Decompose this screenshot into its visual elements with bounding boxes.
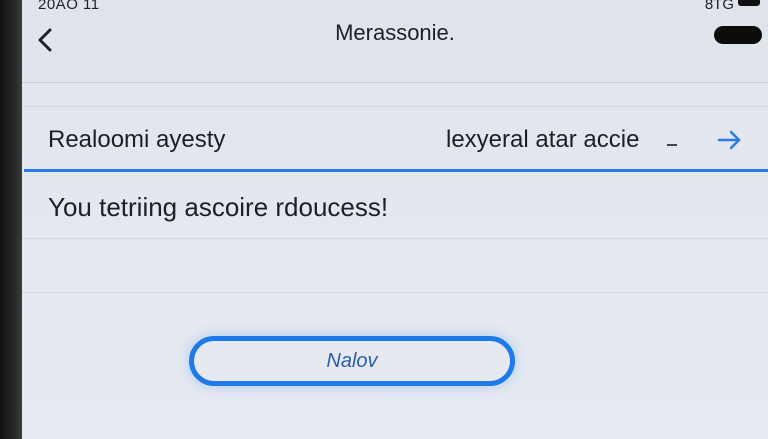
screen: 20AO 11 8TG Merassonie. Realoomi ayesty …	[22, 0, 768, 439]
divider	[22, 238, 768, 239]
primary-button-label: Nalov	[326, 349, 378, 372]
row-right-label: lexyeral atar accie	[446, 126, 640, 153]
status-indicator: 8TG	[704, 0, 734, 13]
list-row-header[interactable]: Realoomi ayesty lexyeral atar accie	[22, 108, 768, 170]
divider	[22, 292, 768, 293]
navigation-bar: Merassonie.	[22, 14, 768, 83]
message-text: You tetriing ascoire rdoucess!	[48, 192, 389, 222]
row-dash	[667, 144, 677, 146]
device-bezel	[0, 0, 22, 439]
nav-pill-control[interactable]	[714, 26, 762, 44]
primary-button[interactable]: Nalov	[189, 336, 515, 386]
page-title: Merassonie.	[335, 20, 455, 45]
arrow-right-icon[interactable]	[716, 128, 744, 152]
divider	[22, 106, 768, 107]
status-time: 20AO 11	[38, 0, 100, 13]
active-row-underline	[24, 169, 768, 172]
row-left-label: Realoomi ayesty	[48, 126, 226, 153]
battery-icon	[738, 0, 760, 6]
